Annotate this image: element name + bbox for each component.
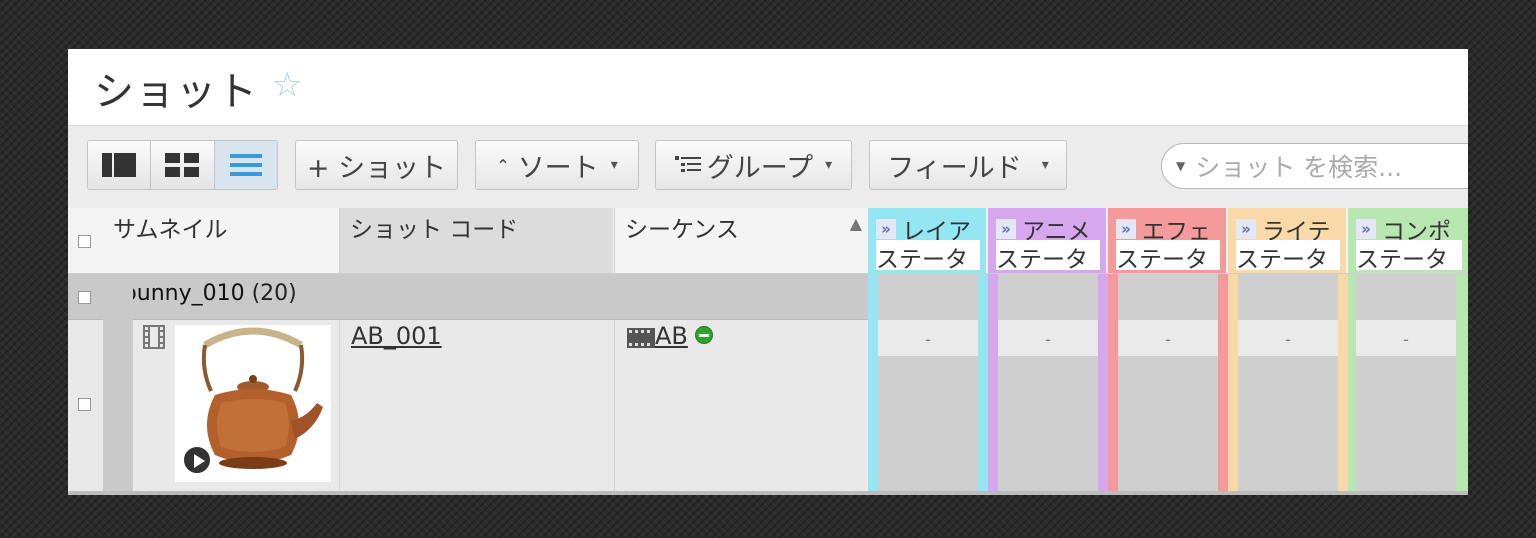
sequence-cell: AB bbox=[614, 320, 868, 492]
step-column-comp: - bbox=[1348, 274, 1468, 495]
group-name: bunny_010 bbox=[122, 281, 245, 306]
row-checkbox[interactable] bbox=[78, 398, 91, 411]
column-header-sequence-label: シーケンス bbox=[625, 217, 739, 243]
star-icon[interactable]: ☆ bbox=[272, 65, 302, 105]
panel-view-icon bbox=[102, 153, 137, 177]
group-icon bbox=[674, 156, 701, 172]
sort-button[interactable]: ⌃ ソート ▾ bbox=[475, 140, 639, 190]
column-header-step-effects[interactable]: » エフェ ステータ bbox=[1108, 208, 1226, 273]
step-status-cell[interactable]: - bbox=[1356, 320, 1456, 356]
step-status-header: ステータ bbox=[876, 240, 980, 270]
sequence-link[interactable]: AB bbox=[655, 322, 688, 350]
step-column-animation: - bbox=[988, 274, 1108, 495]
column-header-thumbnail-label: サムネイル bbox=[113, 217, 228, 243]
page-title: ショット bbox=[94, 69, 258, 115]
add-shot-label: + ショット bbox=[306, 152, 447, 184]
list-view-button[interactable] bbox=[214, 141, 277, 189]
search-filter-dropdown-icon[interactable]: ▼ bbox=[1176, 159, 1185, 173]
step-status-header: ステータ bbox=[996, 240, 1100, 270]
row-divider bbox=[68, 491, 1468, 495]
step-column-lighting: - bbox=[1228, 274, 1348, 495]
play-icon[interactable] bbox=[182, 445, 212, 475]
column-header-step-layout[interactable]: » レイア ステータ bbox=[868, 208, 986, 273]
film-icon bbox=[143, 325, 165, 349]
app-frame: ショット ☆ + ショット ⌃ ソート ▾ グループ ▾ フィールド ▾ ▼ シ… bbox=[68, 49, 1468, 495]
column-header-sequence[interactable]: シーケンス ▲ bbox=[614, 208, 868, 273]
grid-view-button[interactable] bbox=[151, 141, 215, 189]
expand-icon[interactable]: » bbox=[1116, 219, 1136, 239]
sort-icon: ⌃ bbox=[496, 155, 510, 175]
toolbar: + ショット ⌃ ソート ▾ グループ ▾ フィールド ▾ ▼ ショット を検索… bbox=[68, 126, 1468, 208]
expand-icon[interactable]: » bbox=[1356, 219, 1376, 239]
shot-thumbnail[interactable] bbox=[175, 325, 331, 482]
shot-code-cell: AB_001 bbox=[339, 320, 613, 492]
select-all-checkbox[interactable] bbox=[78, 235, 91, 248]
search-input[interactable]: ▼ ショット を検索... bbox=[1161, 143, 1468, 189]
sort-ascending-icon: ▲ bbox=[849, 214, 862, 233]
step-status-cell[interactable]: - bbox=[1118, 320, 1218, 356]
column-header-shot-code-label: ショット コード bbox=[350, 217, 519, 243]
step-status-cell[interactable]: - bbox=[878, 320, 978, 356]
status-active-icon bbox=[695, 326, 713, 344]
add-shot-button[interactable]: + ショット bbox=[295, 140, 458, 190]
step-column-effects: - bbox=[1108, 274, 1228, 495]
expand-icon[interactable]: » bbox=[996, 219, 1016, 239]
chevron-down-icon: ▾ bbox=[1041, 157, 1049, 173]
column-header-step-animation[interactable]: » アニメ ステータ bbox=[988, 208, 1106, 273]
group-count: (20) bbox=[251, 281, 297, 306]
grid-view-icon bbox=[165, 153, 200, 177]
fields-label: フィールド bbox=[887, 152, 1022, 184]
list-view-icon bbox=[229, 154, 262, 176]
column-header-thumbnail[interactable]: サムネイル bbox=[103, 208, 338, 273]
panel-view-button[interactable] bbox=[88, 141, 152, 189]
row-indent bbox=[103, 274, 133, 495]
search-placeholder: ショット を検索... bbox=[1195, 153, 1403, 182]
step-column-layout: - bbox=[868, 274, 988, 495]
step-status-cell[interactable]: - bbox=[1238, 320, 1338, 356]
step-status-header: ステータ bbox=[1356, 240, 1462, 270]
sequence-film-icon bbox=[627, 328, 655, 348]
group-checkbox[interactable] bbox=[78, 291, 91, 304]
expand-icon[interactable]: » bbox=[1236, 219, 1256, 239]
chevron-down-icon: ▾ bbox=[825, 157, 833, 173]
column-header-row: サムネイル ショット コード シーケンス ▲ » レイア ステータ » アニメ ステ… bbox=[68, 208, 1468, 274]
column-header-step-lighting[interactable]: » ライテ ステータ bbox=[1228, 208, 1346, 273]
title-bar: ショット ☆ bbox=[68, 49, 1468, 126]
view-mode-group bbox=[87, 140, 278, 190]
chevron-down-icon: ▾ bbox=[610, 157, 618, 173]
group-label: グループ bbox=[706, 152, 814, 184]
column-header-step-comp[interactable]: » コンポ ステータ bbox=[1348, 208, 1468, 273]
step-status-header: ステータ bbox=[1116, 240, 1220, 270]
shot-code-link[interactable]: AB_001 bbox=[351, 322, 442, 350]
expand-icon[interactable]: » bbox=[876, 219, 896, 239]
step-status-cell[interactable]: - bbox=[998, 320, 1098, 356]
group-label: ▼bunny_010 (20) bbox=[108, 281, 297, 306]
column-header-shot-code[interactable]: ショット コード bbox=[339, 208, 613, 273]
fields-button[interactable]: フィールド ▾ bbox=[869, 140, 1067, 190]
step-status-header: ステータ bbox=[1236, 240, 1340, 270]
group-button[interactable]: グループ ▾ bbox=[655, 140, 852, 190]
sort-label: ソート bbox=[517, 152, 599, 184]
